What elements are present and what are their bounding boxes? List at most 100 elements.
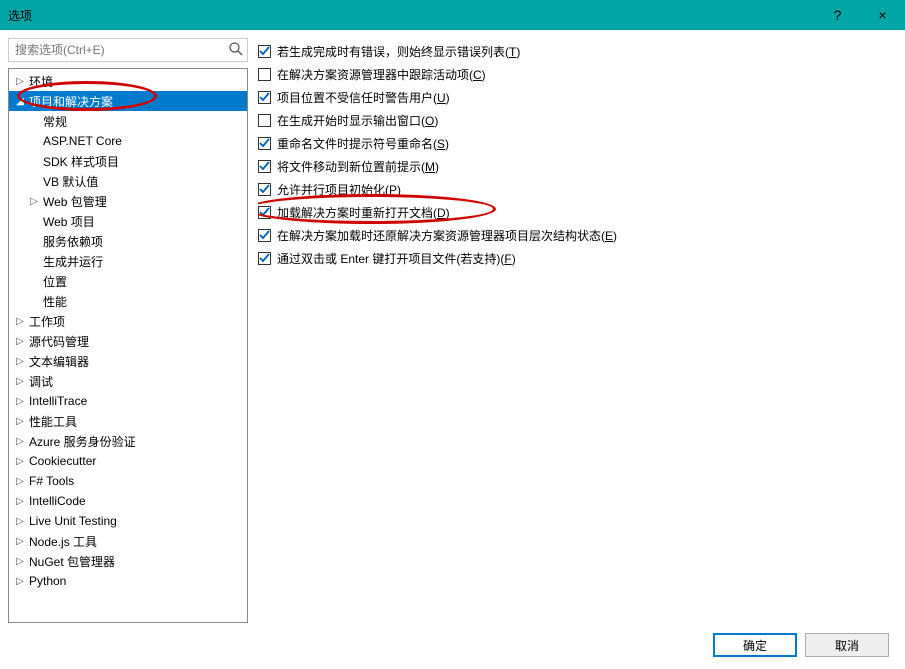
checkbox-label: 在解决方案资源管理器中跟踪活动项(C) bbox=[277, 66, 486, 83]
tree-item[interactable]: ▷工作项 bbox=[9, 311, 247, 331]
tree-item-label: Web 包管理 bbox=[41, 193, 107, 210]
checkbox-label: 加载解决方案时重新打开文档(D) bbox=[277, 204, 450, 221]
tree-item[interactable]: ▷NuGet 包管理器 bbox=[9, 551, 247, 571]
tree-toggle-icon: ▷ bbox=[13, 316, 27, 327]
tree-item-label: Live Unit Testing bbox=[27, 514, 117, 528]
tree-toggle-icon: ▷ bbox=[13, 356, 27, 367]
tree-toggle-icon: ▷ bbox=[13, 416, 27, 427]
tree-item-label: Node.js 工具 bbox=[27, 533, 97, 550]
tree-item[interactable]: ▷文本编辑器 bbox=[9, 351, 247, 371]
tree-toggle-icon: ▷ bbox=[13, 76, 27, 87]
checkbox-row[interactable]: 若生成完成时有错误，则始终显示错误列表(T) bbox=[258, 40, 897, 63]
checkbox[interactable] bbox=[258, 160, 271, 173]
checkbox-row[interactable]: 在生成开始时显示输出窗口(O) bbox=[258, 109, 897, 132]
tree-item[interactable]: 性能 bbox=[9, 291, 247, 311]
tree-item[interactable]: Web 项目 bbox=[9, 211, 247, 231]
checkbox[interactable] bbox=[258, 137, 271, 150]
tree-toggle-icon: ▷ bbox=[13, 476, 27, 487]
checkbox-row[interactable]: 通过双击或 Enter 键打开项目文件(若支持)(F) bbox=[258, 247, 897, 270]
checkbox-row[interactable]: 加载解决方案时重新打开文档(D) bbox=[258, 201, 897, 224]
checkbox[interactable] bbox=[258, 45, 271, 58]
checkbox[interactable] bbox=[258, 183, 271, 196]
tree-item[interactable]: ▷Cookiecutter bbox=[9, 451, 247, 471]
tree-item-label: 性能工具 bbox=[27, 413, 77, 430]
tree-item[interactable]: ▷Web 包管理 bbox=[9, 191, 247, 211]
tree-item-label: 生成并运行 bbox=[41, 253, 103, 270]
checkbox-row[interactable]: 在解决方案加载时还原解决方案资源管理器项目层次结构状态(E) bbox=[258, 224, 897, 247]
checkbox[interactable] bbox=[258, 206, 271, 219]
tree-item-label: VB 默认值 bbox=[41, 173, 98, 190]
close-button[interactable]: × bbox=[860, 0, 905, 30]
tree-item-label: Azure 服务身份验证 bbox=[27, 433, 136, 450]
checkbox-row[interactable]: 项目位置不受信任时警告用户(U) bbox=[258, 86, 897, 109]
tree-item[interactable]: ▷Python bbox=[9, 571, 247, 591]
tree-item-label: IntelliCode bbox=[27, 494, 86, 508]
tree-item[interactable]: ▷IntelliTrace bbox=[9, 391, 247, 411]
checkbox-label: 项目位置不受信任时警告用户(U) bbox=[277, 89, 450, 106]
tree-item[interactable]: ▷调试 bbox=[9, 371, 247, 391]
tree-item[interactable]: SDK 样式项目 bbox=[9, 151, 247, 171]
tree-toggle-icon: ▷ bbox=[13, 376, 27, 387]
tree-item[interactable]: ▷环境 bbox=[9, 71, 247, 91]
tree-item[interactable]: ◢项目和解决方案 bbox=[9, 91, 247, 111]
checkbox[interactable] bbox=[258, 68, 271, 81]
tree-item[interactable]: 生成并运行 bbox=[9, 251, 247, 271]
tree-item[interactable]: ▷源代码管理 bbox=[9, 331, 247, 351]
tree-toggle-icon: ▷ bbox=[13, 336, 27, 347]
tree-toggle-icon: ▷ bbox=[13, 396, 27, 407]
checkbox-row[interactable]: 在解决方案资源管理器中跟踪活动项(C) bbox=[258, 63, 897, 86]
tree-item[interactable]: ▷Live Unit Testing bbox=[9, 511, 247, 531]
tree-item-label: 文本编辑器 bbox=[27, 353, 89, 370]
checkbox-label: 在解决方案加载时还原解决方案资源管理器项目层次结构状态(E) bbox=[277, 227, 617, 244]
checkbox-label: 在生成开始时显示输出窗口(O) bbox=[277, 112, 438, 129]
checkbox[interactable] bbox=[258, 114, 271, 127]
checkbox-label: 若生成完成时有错误，则始终显示错误列表(T) bbox=[277, 43, 520, 60]
help-button[interactable]: ? bbox=[815, 0, 860, 30]
cancel-button[interactable]: 取消 bbox=[805, 633, 889, 657]
ok-button[interactable]: 确定 bbox=[713, 633, 797, 657]
tree-item[interactable]: ▷Node.js 工具 bbox=[9, 531, 247, 551]
tree-item[interactable]: ▷F# Tools bbox=[9, 471, 247, 491]
tree-item-label: IntelliTrace bbox=[27, 394, 87, 408]
tree-item-label: ASP.NET Core bbox=[41, 134, 122, 148]
tree-item-label: 性能 bbox=[41, 293, 67, 310]
checkbox[interactable] bbox=[258, 229, 271, 242]
tree-toggle-icon: ▷ bbox=[27, 196, 41, 207]
search-input[interactable] bbox=[8, 38, 248, 62]
tree-item-label: 位置 bbox=[41, 273, 67, 290]
tree-toggle-icon: ▷ bbox=[13, 496, 27, 507]
tree-toggle-icon: ▷ bbox=[13, 436, 27, 447]
tree-toggle-icon: ▷ bbox=[13, 576, 27, 587]
tree-item[interactable]: 常规 bbox=[9, 111, 247, 131]
tree-toggle-icon: ◢ bbox=[13, 96, 27, 107]
options-tree[interactable]: ▷环境◢项目和解决方案常规ASP.NET CoreSDK 样式项目VB 默认值▷… bbox=[8, 68, 248, 623]
tree-item-label: Python bbox=[27, 574, 66, 588]
checkbox-row[interactable]: 将文件移动到新位置前提示(M) bbox=[258, 155, 897, 178]
tree-item[interactable]: 位置 bbox=[9, 271, 247, 291]
tree-item[interactable]: 服务依赖项 bbox=[9, 231, 247, 251]
tree-item[interactable]: ASP.NET Core bbox=[9, 131, 247, 151]
checkbox-label: 通过双击或 Enter 键打开项目文件(若支持)(F) bbox=[277, 250, 516, 267]
tree-item-label: Cookiecutter bbox=[27, 454, 96, 468]
checkbox-label: 重命名文件时提示符号重命名(S) bbox=[277, 135, 449, 152]
tree-item[interactable]: VB 默认值 bbox=[9, 171, 247, 191]
tree-item-label: 调试 bbox=[27, 373, 53, 390]
checkbox-label: 允许并行项目初始化(P) bbox=[277, 181, 401, 198]
tree-toggle-icon: ▷ bbox=[13, 456, 27, 467]
tree-item-label: F# Tools bbox=[27, 474, 74, 488]
tree-item-label: 环境 bbox=[27, 73, 53, 90]
dialog-buttons: 确定 取消 bbox=[8, 623, 897, 661]
tree-toggle-icon: ▷ bbox=[13, 536, 27, 547]
tree-toggle-icon: ▷ bbox=[13, 556, 27, 567]
checkbox-row[interactable]: 重命名文件时提示符号重命名(S) bbox=[258, 132, 897, 155]
tree-toggle-icon: ▷ bbox=[13, 516, 27, 527]
tree-item[interactable]: ▷Azure 服务身份验证 bbox=[9, 431, 247, 451]
checkbox-label: 将文件移动到新位置前提示(M) bbox=[277, 158, 439, 175]
checkbox[interactable] bbox=[258, 91, 271, 104]
tree-item-label: 服务依赖项 bbox=[41, 233, 103, 250]
checkbox-row[interactable]: 允许并行项目初始化(P) bbox=[258, 178, 897, 201]
tree-item[interactable]: ▷性能工具 bbox=[9, 411, 247, 431]
checkbox[interactable] bbox=[258, 252, 271, 265]
tree-item[interactable]: ▷IntelliCode bbox=[9, 491, 247, 511]
tree-item-label: 工作项 bbox=[27, 313, 65, 330]
